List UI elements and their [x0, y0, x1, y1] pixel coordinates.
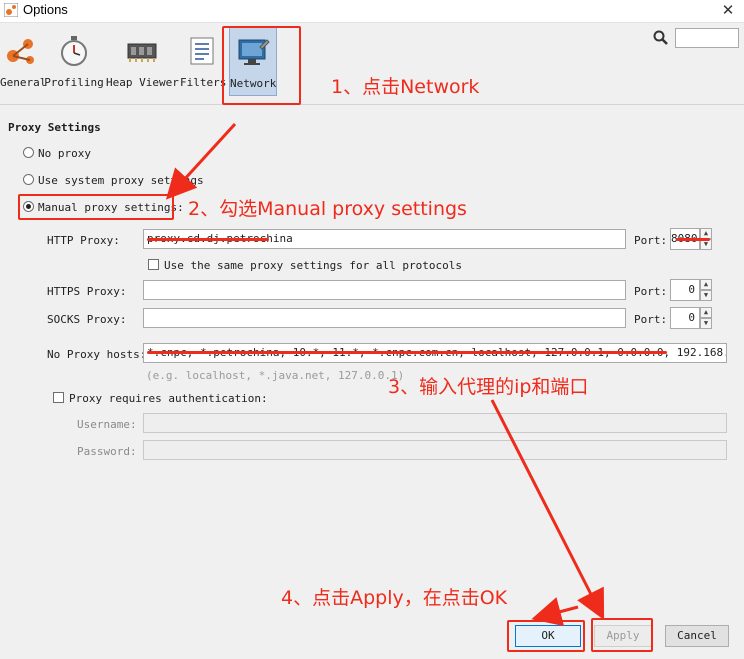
annotation-arrows	[165, 122, 605, 627]
arrow-to-apply-button	[490, 399, 605, 621]
arrow-to-ok-button	[531, 597, 579, 627]
arrow-to-manual-proxy	[165, 122, 237, 200]
